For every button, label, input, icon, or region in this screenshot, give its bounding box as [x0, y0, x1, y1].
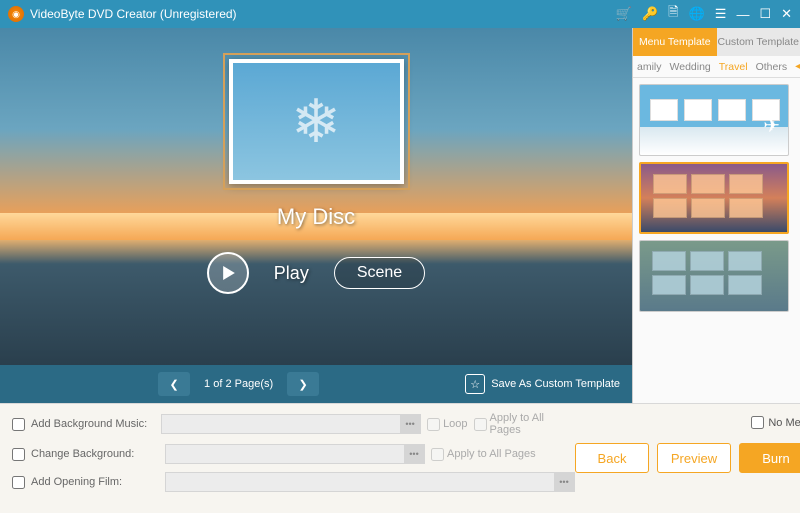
template-item-1[interactable]: [639, 84, 789, 156]
tab-custom-template[interactable]: Custom Template: [717, 28, 800, 56]
cat-others[interactable]: Others: [756, 61, 788, 73]
cat-wedding[interactable]: Wedding: [670, 61, 711, 73]
disc-title-text[interactable]: My Disc: [277, 204, 355, 230]
preview-button[interactable]: Preview: [657, 443, 731, 473]
label-apply-all-1: Apply to All Pages: [490, 412, 575, 436]
maximize-icon[interactable]: ☐: [759, 6, 771, 22]
minimize-icon[interactable]: —: [736, 7, 749, 22]
file-icon[interactable]: 🗎: [668, 3, 678, 25]
checkbox-opening-film[interactable]: [12, 476, 25, 489]
row-bg-music: Add Background Music: ••• Loop Apply to …: [12, 412, 575, 436]
row-opening-film: Add Opening Film: •••: [12, 472, 575, 492]
close-icon[interactable]: ✕: [781, 6, 792, 22]
field-change-bg[interactable]: •••: [165, 444, 425, 464]
checkbox-change-bg[interactable]: [12, 448, 25, 461]
burn-button[interactable]: Burn: [739, 443, 800, 473]
category-tabs: amily Wedding Travel Others ◀▶: [633, 56, 800, 78]
pager-bar: ❮ 1 of 2 Page(s) ❯ ☆ Save As Custom Temp…: [0, 365, 632, 403]
snowflake-icon: ❄: [291, 87, 341, 157]
main-area: ❄ My Disc Play Scene ❮ 1 of 2 Page(s) ❯ …: [0, 28, 800, 403]
tab-menu-template[interactable]: Menu Template: [633, 28, 717, 56]
template-type-tabs: Menu Template Custom Template: [633, 28, 800, 56]
browse-music-button[interactable]: •••: [400, 415, 420, 433]
play-label[interactable]: Play: [274, 263, 309, 284]
scene-button[interactable]: Scene: [334, 257, 425, 289]
cat-scroll-arrows[interactable]: ◀▶: [795, 61, 800, 72]
key-icon[interactable]: 🔑: [642, 6, 658, 22]
save-as-template-button[interactable]: ☆ Save As Custom Template: [465, 374, 620, 394]
right-options: No Menu Back Preview Burn: [575, 412, 800, 505]
field-bg-music[interactable]: •••: [161, 414, 421, 434]
star-icon: ☆: [465, 374, 485, 394]
app-logo-icon: ◉: [8, 6, 24, 22]
back-button[interactable]: Back: [575, 443, 649, 473]
template-item-2[interactable]: [639, 162, 789, 234]
menu-icon[interactable]: ☰: [715, 6, 727, 22]
label-no-menu: No Menu: [768, 417, 800, 429]
label-bg-music: Add Background Music:: [31, 418, 155, 430]
label-change-bg: Change Background:: [31, 448, 159, 460]
window-title: VideoByte DVD Creator (Unregistered): [30, 7, 616, 21]
no-menu-option: No Menu: [751, 416, 800, 429]
video-thumbnail[interactable]: ❄: [229, 59, 404, 184]
browse-film-button[interactable]: •••: [554, 473, 574, 491]
cat-travel[interactable]: Travel: [719, 61, 748, 73]
menu-preview-canvas: ❄ My Disc Play Scene: [0, 28, 632, 365]
row-change-bg: Change Background: ••• Apply to All Page…: [12, 444, 575, 464]
save-template-label: Save As Custom Template: [491, 378, 620, 390]
page-next-button[interactable]: ❯: [287, 372, 319, 396]
label-opening-film: Add Opening Film:: [31, 476, 159, 488]
play-controls: Play Scene: [207, 252, 425, 294]
checkbox-loop[interactable]: [427, 418, 440, 431]
checkbox-apply-all-bg[interactable]: [431, 448, 444, 461]
language-icon[interactable]: 🌐: [689, 6, 705, 22]
preview-area: ❄ My Disc Play Scene ❮ 1 of 2 Page(s) ❯ …: [0, 28, 632, 403]
cat-family[interactable]: amily: [637, 61, 662, 73]
label-apply-all-2: Apply to All Pages: [447, 448, 536, 460]
window-controls: 🛒 🔑 🗎 🌐 ☰ — ☐ ✕: [616, 3, 792, 25]
checkbox-apply-all-music[interactable]: [474, 418, 487, 431]
browse-bg-button[interactable]: •••: [404, 445, 424, 463]
page-prev-button[interactable]: ❮: [158, 372, 190, 396]
cart-icon[interactable]: 🛒: [616, 6, 632, 22]
template-item-3[interactable]: [639, 240, 789, 312]
titlebar: ◉ VideoByte DVD Creator (Unregistered) 🛒…: [0, 0, 800, 28]
checkbox-no-menu[interactable]: [751, 416, 764, 429]
template-list: [633, 78, 800, 403]
play-icon: [222, 266, 236, 280]
action-buttons: Back Preview Burn: [575, 443, 800, 473]
page-indicator: 1 of 2 Page(s): [204, 378, 273, 390]
left-options: Add Background Music: ••• Loop Apply to …: [12, 412, 575, 505]
template-panel: Menu Template Custom Template amily Wedd…: [632, 28, 800, 403]
field-opening-film[interactable]: •••: [165, 472, 575, 492]
bottom-options-panel: Add Background Music: ••• Loop Apply to …: [0, 403, 800, 513]
label-loop: Loop: [443, 418, 467, 430]
checkbox-bg-music[interactable]: [12, 418, 25, 431]
play-button[interactable]: [207, 252, 249, 294]
